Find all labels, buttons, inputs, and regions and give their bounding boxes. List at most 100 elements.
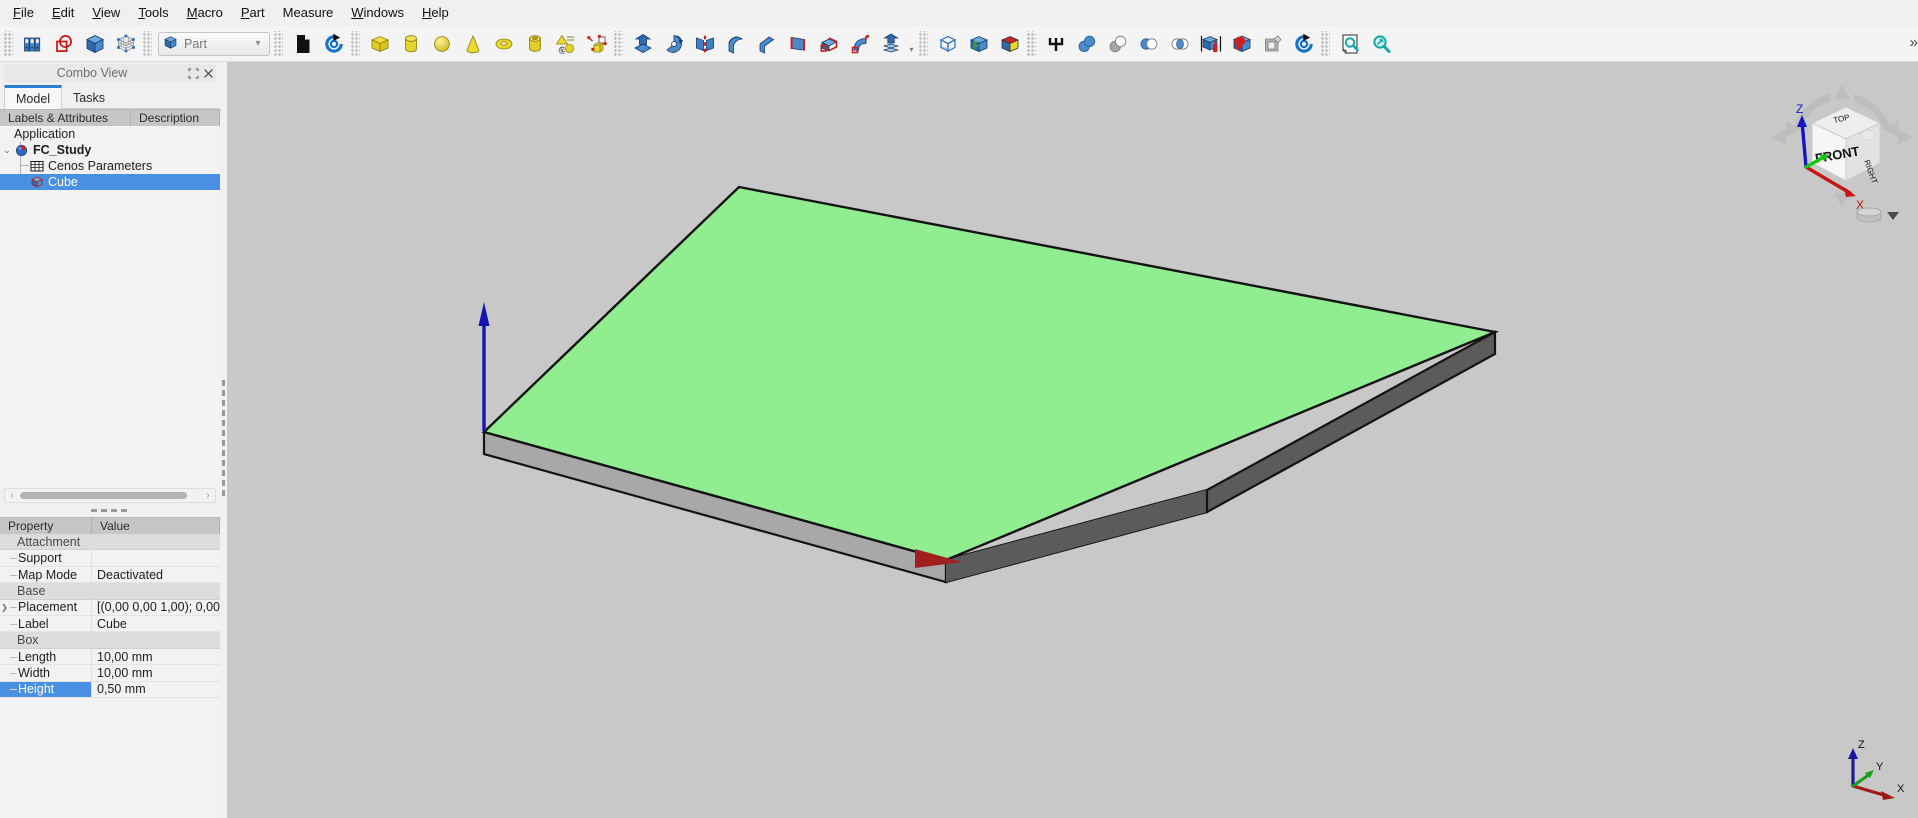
property-column-property[interactable]: Property: [0, 518, 92, 535]
color-per-face-icon[interactable]: [994, 28, 1025, 59]
sweep-icon[interactable]: [844, 28, 875, 59]
menu-edit[interactable]: Edit: [43, 1, 83, 25]
cut-icon[interactable]: [1102, 28, 1133, 59]
projection-icon[interactable]: F: [963, 28, 994, 59]
property-group-box[interactable]: Box: [0, 632, 220, 649]
model-tree[interactable]: Application ⌄ FC_Study Cenos Parameters …: [0, 126, 220, 487]
sphere-icon[interactable]: [426, 28, 457, 59]
check-geometry-icon[interactable]: [1195, 28, 1226, 59]
menu-windows[interactable]: Windows: [342, 1, 413, 25]
scrollbar-thumb[interactable]: [20, 492, 188, 500]
property-value[interactable]: 10,00 mm: [92, 665, 220, 682]
chevron-down-icon[interactable]: ⌄: [0, 145, 14, 156]
viewport-3d[interactable]: FRONT TOP RIGHT Z X Z Y X: [227, 62, 1918, 818]
panel-splitter-vertical[interactable]: [220, 62, 227, 818]
workbench-selector[interactable]: Part ▾: [158, 31, 270, 56]
create-group-icon[interactable]: [17, 28, 48, 59]
combo-view-title: Combo View: [56, 66, 128, 80]
property-value[interactable]: [(0,00 0,00 1,00); 0,00 °; (0,…: [92, 599, 220, 617]
menu-tools[interactable]: Tools: [129, 1, 177, 25]
property-row-map-mode[interactable]: Map Mode Deactivated: [0, 566, 220, 584]
slice-apart-icon[interactable]: [1257, 28, 1288, 59]
toolbar-handle-modelling[interactable]: [614, 30, 623, 57]
property-row-width[interactable]: Width 10,00 mm: [0, 665, 220, 682]
extrude-icon[interactable]: [627, 28, 658, 59]
restore-icon[interactable]: [186, 66, 201, 81]
property-row-placement[interactable]: ❯ Placement [(0,00 0,00 1,00); 0,00 °; (…: [0, 599, 220, 617]
bounding-box-icon[interactable]: [110, 28, 141, 59]
boolean-icon[interactable]: [1071, 28, 1102, 59]
primitives-icon[interactable]: [550, 28, 581, 59]
menu-measure[interactable]: Measure: [274, 1, 343, 25]
tube-icon[interactable]: [519, 28, 550, 59]
close-icon[interactable]: [201, 66, 216, 81]
property-row-label[interactable]: Label Cube: [0, 616, 220, 633]
ruled-surface-icon[interactable]: [782, 28, 813, 59]
fillet-icon[interactable]: [720, 28, 751, 59]
toolbar-handle-joinsplit[interactable]: [919, 30, 928, 57]
property-value[interactable]: Cube: [92, 616, 220, 633]
refine-shape-icon[interactable]: [1226, 28, 1257, 59]
toolbar-handle-primitives[interactable]: [351, 30, 360, 57]
property-column-value[interactable]: Value: [92, 518, 220, 535]
panel-splitter-horizontal[interactable]: [0, 503, 220, 517]
menu-part[interactable]: Part: [232, 1, 274, 25]
mirror-icon[interactable]: [689, 28, 720, 59]
compound-icon[interactable]: [1040, 28, 1071, 59]
menu-help[interactable]: Help: [413, 1, 458, 25]
chevron-down-icon[interactable]: ▾: [906, 45, 917, 54]
menu-macro[interactable]: Macro: [178, 1, 232, 25]
property-value[interactable]: 10,00 mm: [92, 648, 220, 666]
property-value[interactable]: Deactivated: [92, 566, 220, 584]
tree-row[interactable]: Application: [0, 126, 220, 142]
offset-3d-icon[interactable]: [875, 28, 906, 59]
revolve-icon[interactable]: [658, 28, 689, 59]
tree-row[interactable]: Cenos Parameters: [0, 158, 220, 174]
property-row-height[interactable]: Height 0,50 mm: [0, 681, 220, 698]
create-part-icon[interactable]: [48, 28, 79, 59]
toolbar-handle-workbench[interactable]: [143, 30, 152, 57]
property-list[interactable]: Attachment Support Map Mode Deactivated …: [0, 534, 220, 698]
menu-file[interactable]: File: [4, 1, 43, 25]
intersection-icon[interactable]: [1164, 28, 1195, 59]
loft-icon[interactable]: [813, 28, 844, 59]
property-row-length[interactable]: Length 10,00 mm: [0, 648, 220, 666]
scrollbar-track[interactable]: [20, 492, 200, 500]
cube-primitive-icon[interactable]: [364, 28, 395, 59]
menu-view[interactable]: View: [83, 1, 129, 25]
toolbar-handle-boolean[interactable]: [1027, 30, 1036, 57]
toolbar-handle-file[interactable]: [274, 30, 283, 57]
cone-icon[interactable]: [457, 28, 488, 59]
toolbar-overflow-button[interactable]: »: [1910, 34, 1918, 51]
property-value[interactable]: [92, 550, 220, 567]
property-group-attachment[interactable]: Attachment: [0, 534, 220, 551]
tree-row[interactable]: ⌄ FC_Study: [0, 142, 220, 158]
chevron-right-icon[interactable]: ❯: [0, 603, 9, 612]
property-row-support[interactable]: Support: [0, 550, 220, 567]
toolbar-handle-structure[interactable]: [4, 30, 13, 57]
refresh-icon[interactable]: [318, 28, 349, 59]
property-value[interactable]: 0,50 mm: [92, 681, 220, 698]
refresh-2-icon[interactable]: [1288, 28, 1319, 59]
tab-model[interactable]: Model: [4, 85, 63, 109]
box-solid-icon[interactable]: [79, 28, 110, 59]
chevron-left-icon[interactable]: ‹: [5, 490, 19, 501]
new-document-icon[interactable]: [287, 28, 318, 59]
zoom-measure-icon[interactable]: [1365, 28, 1396, 59]
tree-column-description[interactable]: Description: [131, 110, 220, 126]
property-group-base[interactable]: Base: [0, 583, 220, 600]
union-icon[interactable]: [1133, 28, 1164, 59]
tab-tasks[interactable]: Tasks: [62, 87, 116, 109]
tree-horizontal-scrollbar[interactable]: ‹ ›: [4, 488, 216, 504]
shape-builder-icon[interactable]: [581, 28, 612, 59]
chevron-down-icon[interactable]: ▾: [249, 38, 267, 49]
chamfer-icon[interactable]: [751, 28, 782, 59]
chevron-right-icon[interactable]: ›: [201, 490, 215, 501]
tree-column-labels[interactable]: Labels & Attributes: [0, 110, 131, 126]
torus-icon[interactable]: [488, 28, 519, 59]
tree-row-cube[interactable]: Cube: [0, 174, 220, 190]
measure-icon[interactable]: [1334, 28, 1365, 59]
cylinder-icon[interactable]: [395, 28, 426, 59]
toolbar-handle-measure[interactable]: [1321, 30, 1330, 57]
thickness-icon[interactable]: [932, 28, 963, 59]
